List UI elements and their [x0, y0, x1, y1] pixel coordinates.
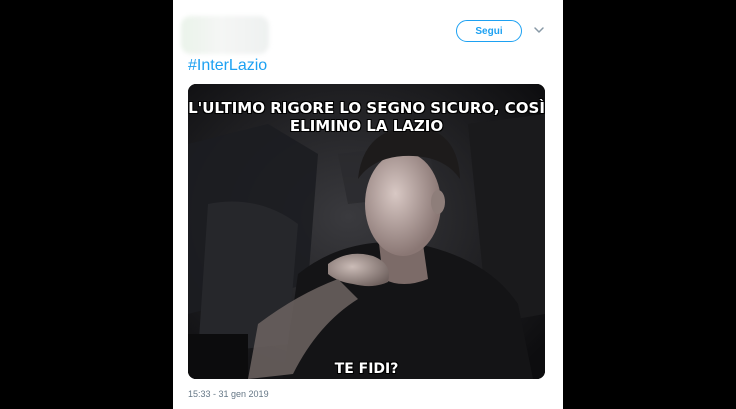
caption-line-2: ELIMINO LA LAZIO: [289, 117, 444, 135]
caption-line-1: L'ULTIMO RIGORE LO SEGNO SICURO, COSÌ: [188, 99, 545, 117]
chevron-down-icon[interactable]: [532, 23, 546, 37]
hashtag-link[interactable]: #InterLazio: [188, 57, 267, 75]
follow-button[interactable]: Segui: [456, 20, 522, 42]
tweet-media[interactable]: L'ULTIMO RIGORE LO SEGNO SICURO, COSÌ EL…: [188, 84, 545, 379]
blurred-user-header: [181, 16, 269, 54]
meme-caption-top: L'ULTIMO RIGORE LO SEGNO SICURO, COSÌ EL…: [188, 99, 545, 135]
meme-caption-bottom: TE FIDI?: [334, 361, 399, 377]
tweet-timestamp[interactable]: 15:33 - 31 gen 2019: [188, 389, 269, 399]
tweet-card: Segui #InterLazio L'ULTIMO RIGORE LO SEG…: [173, 0, 563, 409]
